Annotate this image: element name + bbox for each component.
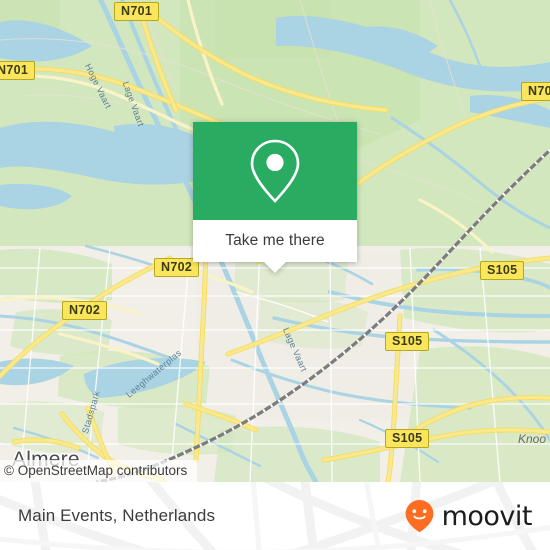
road-shield-s105-right: S105 [480, 261, 525, 280]
osm-attribution[interactable]: © OpenStreetMap contributors [0, 460, 198, 482]
road-shield-n701-top: N701 [114, 2, 160, 21]
take-me-there-callout[interactable]: Take me there [193, 122, 357, 273]
road-shield-s105-bottom: S105 [385, 429, 430, 448]
road-shield-n702-right: N702 [521, 82, 550, 101]
footer-bar: Main Events, Netherlands moovit [0, 482, 550, 550]
map-canvas[interactable]: Hoge Vaart Lage Vaart Lage Vaart Leeghwa… [0, 0, 550, 482]
moovit-wordmark: moovit [441, 500, 533, 532]
moovit-map-screenshot: Hoge Vaart Lage Vaart Lage Vaart Leeghwa… [0, 0, 550, 550]
callout-tail [264, 262, 286, 273]
map-pin-icon [250, 139, 300, 203]
road-shield-s105-mid: S105 [385, 332, 430, 351]
road-shield-n702-left: N702 [62, 301, 108, 320]
moovit-pin-smiley-icon [405, 500, 433, 533]
callout-pin-panel [193, 122, 357, 220]
moovit-brand[interactable]: moovit [404, 499, 533, 533]
take-me-there-label: Take me there [225, 232, 325, 249]
road-shield-n701-left: N701 [0, 61, 36, 80]
callout-action-bar[interactable]: Take me there [193, 220, 357, 262]
page-title: Main Events, Netherlands [18, 506, 216, 525]
